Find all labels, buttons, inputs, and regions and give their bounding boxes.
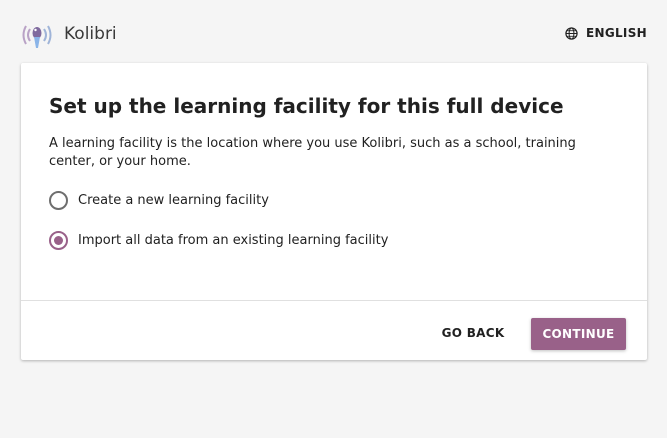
go-back-button[interactable]: GO BACK — [438, 320, 508, 346]
kolibri-logo-icon — [22, 25, 52, 48]
option-label: Import all data from an existing learnin… — [78, 233, 389, 248]
top-bar: Kolibri ENGLISH — [0, 0, 667, 64]
continue-button[interactable]: CONTINUE — [531, 318, 626, 350]
option-create-facility[interactable]: Create a new learning facility — [49, 191, 269, 210]
page-title: Set up the learning facility for this fu… — [49, 94, 564, 118]
app-name: Kolibri — [64, 24, 117, 44]
option-import-facility[interactable]: Import all data from an existing learnin… — [49, 231, 388, 250]
option-label: Create a new learning facility — [78, 193, 269, 208]
radio-unchecked-icon[interactable] — [49, 191, 68, 210]
setup-card: Set up the learning facility for this fu… — [21, 63, 647, 360]
radio-checked-icon[interactable] — [49, 231, 68, 250]
globe-icon — [565, 26, 578, 40]
language-label[interactable]: ENGLISH — [586, 26, 647, 40]
description-text: A learning facility is the location wher… — [49, 136, 576, 169]
language-switcher[interactable]: ENGLISH — [565, 26, 647, 40]
divider — [21, 300, 647, 301]
